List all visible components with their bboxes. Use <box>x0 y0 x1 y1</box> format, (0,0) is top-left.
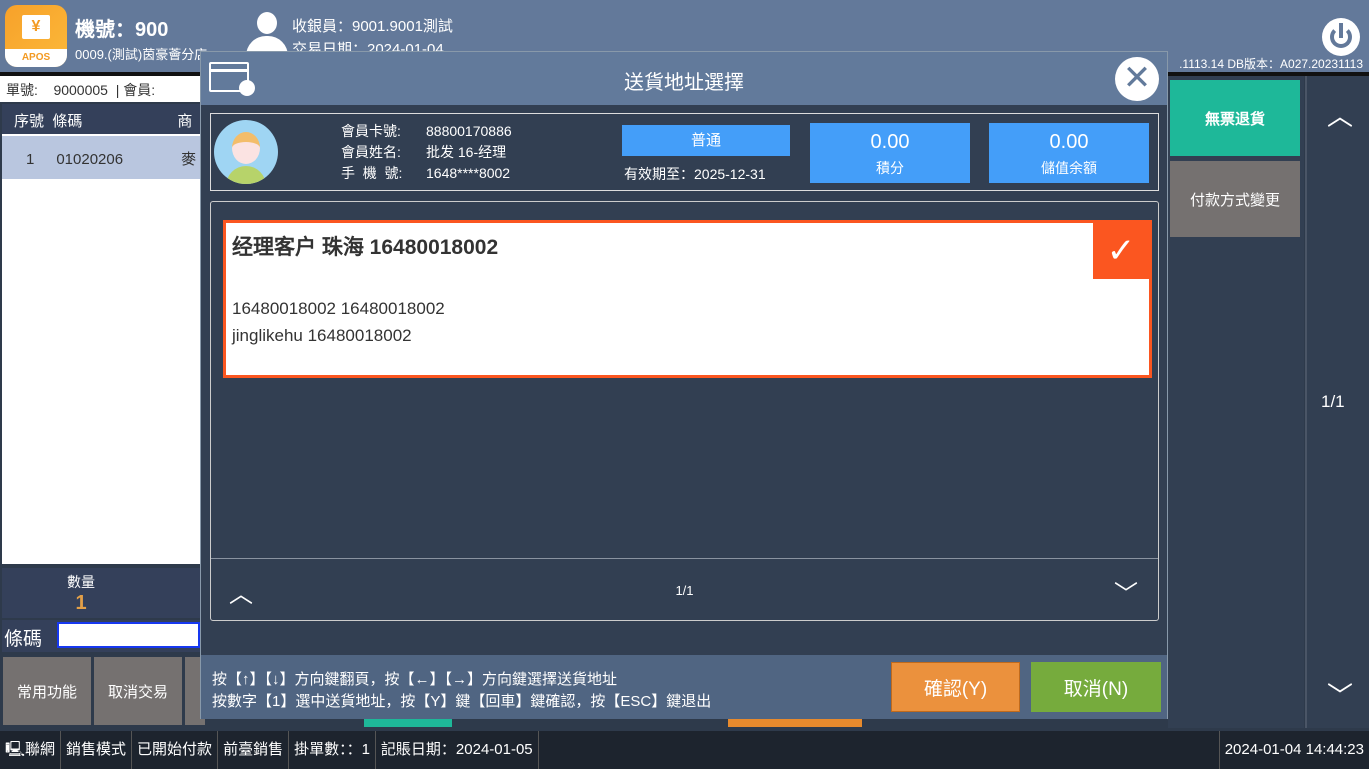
balance-value: 0.00 <box>1049 131 1089 153</box>
right-page-indicator: 1/1 <box>1321 392 1345 411</box>
apos-logo: ¥ APOS <box>5 5 67 67</box>
col-name: 商 <box>177 113 193 130</box>
table-row[interactable]: 1 01020206 麥 <box>2 136 200 179</box>
page-indicator: 1/1 <box>675 583 694 598</box>
card-number: 88800170886 <box>426 123 512 139</box>
check-icon: ✓ <box>1093 223 1149 279</box>
power-icon[interactable] <box>1322 18 1360 56</box>
balance-box: 0.00 儲值余額 <box>989 123 1149 183</box>
book-date: 記賬日期：2024-01-05 <box>376 731 539 769</box>
page-up-icon[interactable]: ︿ <box>1327 96 1353 133</box>
address-card[interactable]: 经理客户 珠海 16480018002 16480018002 16480018… <box>223 220 1152 378</box>
row-name: 麥 <box>181 151 197 168</box>
hold-count: 掛單數：：1 <box>289 731 376 769</box>
address-line2: jinglikehu 16480018002 <box>232 326 412 345</box>
cashier: 收銀員：9001.9001測試 <box>292 18 453 35</box>
common-functions-button[interactable]: 常用功能 <box>3 657 91 725</box>
quantity-value: 1 <box>75 592 87 614</box>
order-no: 9000005 <box>53 82 108 98</box>
payment-status: 已開始付款 <box>132 731 219 769</box>
points-box: 0.00 積分 <box>810 123 970 183</box>
cancel-transaction-button[interactable]: 取消交易 <box>94 657 182 725</box>
store-name: 0009.(測試)茵豪薈分店 <box>75 47 208 62</box>
quantity-label: 數量 <box>67 574 95 590</box>
close-icon[interactable]: ✕ <box>1115 57 1159 101</box>
divider <box>211 558 1158 559</box>
delivery-address-dialog: 送貨地址選擇 ✕ 會員卡號: 會員姓名: 手 機 號: 88800170886 … <box>200 51 1168 719</box>
name-label: 會員姓名: <box>341 144 401 160</box>
member-expiry: 有效期至：2025-12-31 <box>624 166 766 182</box>
dialog-header: 送貨地址選擇 ✕ <box>201 52 1167 105</box>
no-receipt-return-button[interactable]: 無票退貨 <box>1170 80 1300 156</box>
avatar <box>214 120 278 184</box>
change-payment-button[interactable]: 付款方式變更 <box>1170 161 1300 237</box>
address-line1: 16480018002 16480018002 <box>232 299 445 318</box>
member-values: 88800170886 批发 16-经理 1648****8002 <box>426 121 512 184</box>
points-value: 0.00 <box>870 131 910 153</box>
hint-line2: 按數字【1】選中送貨地址，按【Y】鍵【回車】鍵確認，按【ESC】鍵退出 <box>212 693 712 710</box>
balance-label: 儲值余額 <box>1041 160 1097 176</box>
row-barcode: 01020206 <box>56 151 124 168</box>
datetime: 2024-01-04 14:44:23 <box>1218 731 1369 769</box>
address-list: 经理客户 珠海 16480018002 16480018002 16480018… <box>210 201 1159 621</box>
member-info: 會員卡號: 會員姓名: 手 機 號: 88800170886 批发 16-经理 … <box>210 113 1159 191</box>
channel-status: 前臺銷售 <box>218 731 290 769</box>
cancel-button[interactable]: 取消(N) <box>1031 662 1161 712</box>
address-title: 经理客户 珠海 16480018002 <box>232 236 499 259</box>
row-seq: 1 <box>26 151 35 168</box>
page-down-icon[interactable]: ﹀ <box>1327 676 1353 713</box>
right-button-panel: 無票退貨 付款方式變更 <box>1168 76 1304 728</box>
points-label: 積分 <box>876 160 904 176</box>
barcode-row: 條碼 <box>2 620 200 652</box>
right-scroll-column: ︿ 1/1 ﹀ <box>1305 76 1369 728</box>
page-down-icon[interactable]: ﹀ <box>1114 574 1138 609</box>
network-status: 🖳聯網 <box>0 731 62 769</box>
machine-number: 機號：900 <box>75 19 169 41</box>
hint-line1: 按【↑】【↓】方向鍵翻頁，按【←】【→】方向鍵選擇送貨地址 <box>212 671 618 688</box>
member-phone: 1648****8002 <box>426 165 511 181</box>
barcode-input[interactable] <box>57 622 200 648</box>
col-seq: 序號 <box>14 113 45 130</box>
quantity-panel: 數量 1 <box>2 568 200 618</box>
dialog-footer: 按【↑】【↓】方向鍵翻頁，按【←】【→】方向鍵選擇送貨地址 按數字【1】選中送貨… <box>201 655 1167 719</box>
member-labels: 會員卡號: 會員姓名: 手 機 號: <box>341 121 402 184</box>
dialog-title: 送貨地址選擇 <box>624 72 744 94</box>
table-header: 序號 條碼 商 <box>2 104 200 134</box>
barcode-label: 條碼 <box>4 629 43 650</box>
card-label: 會員卡號: <box>341 123 401 139</box>
col-barcode: 條碼 <box>52 113 83 130</box>
order-row: 單號: 9000005 | 會員: <box>0 76 200 102</box>
confirm-button[interactable]: 確認(Y) <box>891 662 1020 712</box>
version-info: .1113.14 DB版本：A027.20231113 <box>1179 57 1363 71</box>
member-label: | 會員: <box>115 82 156 98</box>
status-bar: 🖳聯網 銷售模式 已開始付款 前臺銷售 掛單數：：1 記賬日期：2024-01-… <box>0 731 1369 769</box>
mode-status: 銷售模式 <box>61 731 133 769</box>
phone-label: 手 機 號: <box>341 165 403 181</box>
member-level-badge: 普通 <box>622 125 790 156</box>
member-name: 批发 16-经理 <box>426 144 507 160</box>
order-no-label: 單號: <box>6 82 38 98</box>
